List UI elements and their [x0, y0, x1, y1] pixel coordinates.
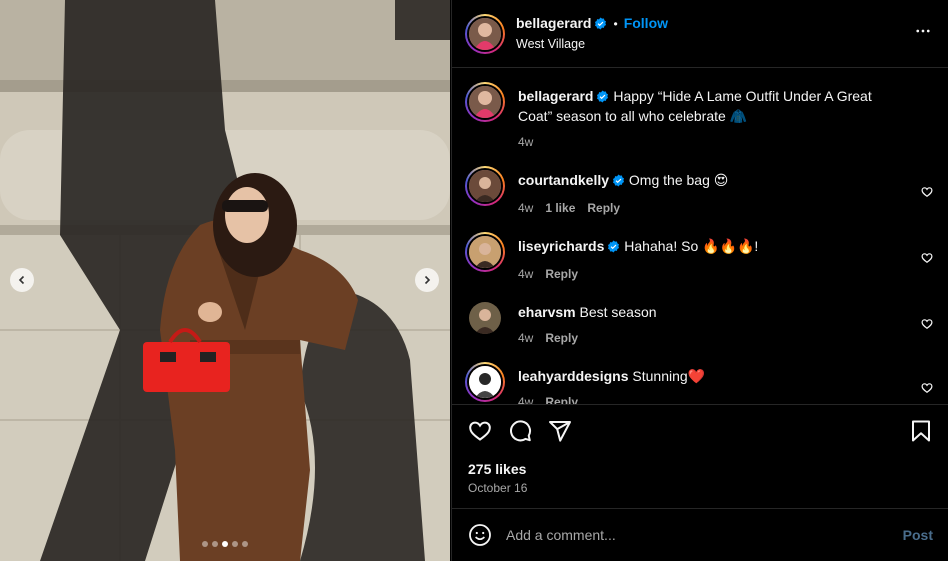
- emoji-icon: [469, 524, 491, 546]
- follow-button[interactable]: Follow: [624, 15, 668, 31]
- save-button[interactable]: [909, 419, 933, 443]
- reply-button[interactable]: Reply: [545, 329, 578, 347]
- commenter-username[interactable]: leahyarddesigns: [518, 368, 629, 384]
- comment-meta: 4w 1 like Reply: [518, 199, 903, 217]
- emoji-button[interactable]: [468, 523, 492, 547]
- reply-button[interactable]: Reply: [545, 393, 578, 404]
- comment-text: leahyarddesigns Stunning❤️: [518, 367, 903, 385]
- heart-icon: [921, 253, 933, 263]
- comment-meta: 4w Reply: [518, 393, 903, 404]
- commenter-avatar[interactable]: [469, 302, 501, 334]
- post-date: October 16: [468, 481, 528, 495]
- comment-body: Stunning❤️: [632, 368, 706, 384]
- verified-badge-icon: [612, 173, 625, 191]
- caption-row: bellagerard Happy “Hide A Lame Outfit Un…: [465, 82, 933, 151]
- post-location[interactable]: West Village: [516, 35, 668, 53]
- post-photo[interactable]: [0, 0, 450, 561]
- author-username[interactable]: bellagerard: [516, 15, 591, 31]
- commenter-username[interactable]: eharvsm: [518, 304, 576, 320]
- comment-row: leahyarddesigns Stunning❤️ 4w Reply: [465, 362, 933, 404]
- heart-icon: [921, 383, 933, 393]
- carousel-dot: [232, 541, 238, 547]
- post-header: bellagerard • Follow West Village: [452, 0, 948, 68]
- caption-meta: 4w: [518, 133, 898, 151]
- comment-row: eharvsm Best season 4w Reply: [465, 298, 933, 347]
- previous-photo-button[interactable]: [10, 268, 34, 292]
- author-avatar[interactable]: [465, 13, 505, 54]
- commenter-avatar[interactable]: [465, 232, 505, 272]
- bookmark-icon: [912, 420, 930, 442]
- comment-body: Hahaha! So 🔥🔥🔥!: [624, 238, 759, 254]
- commenter-username[interactable]: liseyrichards: [518, 238, 604, 254]
- carousel-dot: [202, 541, 208, 547]
- caption-text: bellagerard Happy “Hide A Lame Outfit Un…: [518, 87, 898, 125]
- reply-button[interactable]: Reply: [545, 265, 578, 283]
- likes-count[interactable]: 275 likes: [468, 461, 933, 477]
- author-avatar-image: [469, 17, 501, 50]
- verified-badge-icon: [596, 89, 609, 107]
- chevron-right-icon: [424, 275, 431, 285]
- more-options-button[interactable]: [914, 22, 932, 45]
- heart-icon: [921, 187, 933, 197]
- post-details-panel: bellagerard • Follow West Village bellag…: [451, 0, 948, 561]
- caption-timestamp: 4w: [518, 135, 534, 149]
- comment-meta: 4w Reply: [518, 329, 903, 347]
- separator-dot: •: [613, 17, 618, 31]
- caption-avatar-image: [469, 86, 501, 118]
- share-icon: [549, 421, 571, 442]
- comment-timestamp: 4w: [518, 331, 534, 345]
- comment-timestamp: 4w: [518, 267, 534, 281]
- share-button[interactable]: [548, 419, 572, 443]
- heart-icon: [921, 319, 933, 329]
- comment-timestamp: 4w: [518, 201, 534, 215]
- carousel-dot: [242, 541, 248, 547]
- like-comment-button[interactable]: [921, 251, 933, 269]
- comment-button[interactable]: [508, 419, 532, 443]
- photo-scene: [0, 0, 450, 561]
- chevron-left-icon: [18, 275, 25, 285]
- comment-timestamp: 4w: [518, 395, 534, 404]
- comment-text: courtandkelly Omg the bag 😍: [518, 171, 903, 191]
- commenter-avatar[interactable]: [465, 362, 505, 402]
- carousel-dot: [222, 541, 228, 547]
- carousel-indicator: [0, 541, 450, 547]
- comment-text: liseyrichards Hahaha! So 🔥🔥🔥!: [518, 237, 903, 257]
- post-actions: 275 likes October 16: [452, 404, 948, 508]
- comment-input[interactable]: [506, 527, 903, 543]
- comment-body: Omg the bag 😍: [628, 172, 729, 188]
- heart-icon: [469, 421, 491, 441]
- like-comment-button[interactable]: [921, 185, 933, 203]
- comment-text: eharvsm Best season: [518, 303, 903, 321]
- commenter-username[interactable]: courtandkelly: [518, 172, 609, 188]
- comments-list[interactable]: bellagerard Happy “Hide A Lame Outfit Un…: [452, 69, 948, 404]
- verified-badge-icon: [594, 17, 607, 35]
- add-comment-bar: Post: [452, 508, 948, 561]
- comment-body: Best season: [579, 304, 657, 320]
- more-options-icon: [916, 29, 930, 33]
- caption-username[interactable]: bellagerard: [518, 88, 593, 104]
- commenter-avatar[interactable]: [465, 166, 505, 206]
- carousel-dot: [212, 541, 218, 547]
- like-comment-button[interactable]: [921, 381, 933, 399]
- post-comment-button[interactable]: Post: [903, 527, 933, 543]
- comment-row: liseyrichards Hahaha! So 🔥🔥🔥! 4w Reply: [465, 232, 933, 283]
- reply-button[interactable]: Reply: [587, 199, 620, 217]
- caption-author-avatar[interactable]: [465, 82, 505, 122]
- comment-likes[interactable]: 1 like: [545, 199, 575, 217]
- next-photo-button[interactable]: [415, 268, 439, 292]
- comment-meta: 4w Reply: [518, 265, 903, 283]
- like-comment-button[interactable]: [921, 317, 933, 335]
- comment-icon: [510, 420, 532, 442]
- verified-badge-icon: [607, 239, 620, 257]
- comment-row: courtandkelly Omg the bag 😍 4w 1 like Re…: [465, 166, 933, 217]
- like-button[interactable]: [468, 419, 492, 443]
